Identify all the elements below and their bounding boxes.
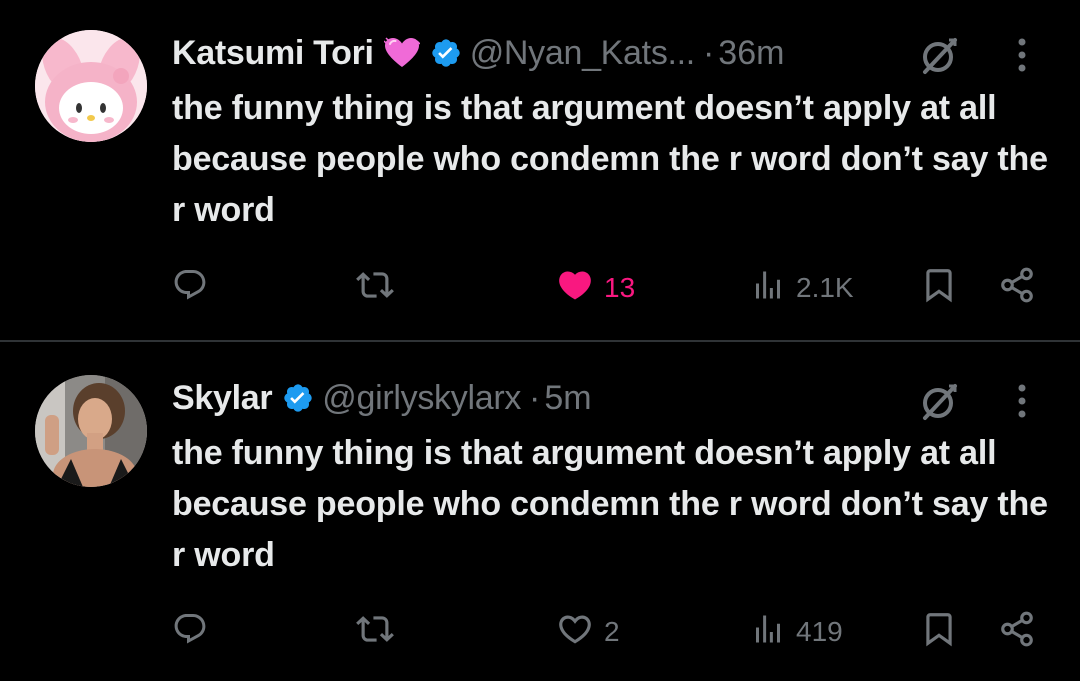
views-button[interactable]: 419 — [750, 608, 843, 656]
heart-icon — [556, 610, 594, 655]
verified-badge-icon[interactable] — [430, 37, 462, 69]
reply-icon — [172, 611, 208, 654]
bookmark-button[interactable] — [920, 608, 958, 656]
bookmark-button[interactable] — [920, 264, 958, 312]
retweet-button[interactable] — [356, 264, 404, 312]
reply-button[interactable] — [172, 608, 218, 656]
user-handle[interactable]: @Nyan_Kats... — [470, 34, 696, 73]
separator-dot: · — [529, 378, 541, 417]
tweet-text: the funny thing is that argument doesn’t… — [172, 89, 1048, 229]
separator-dot: · — [702, 33, 715, 72]
tweet-actions: 2 419 — [0, 608, 1080, 656]
bookmark-icon — [920, 266, 958, 311]
more-options-icon[interactable] — [1010, 380, 1034, 424]
timestamp[interactable]: 36m — [718, 34, 784, 73]
retweet-icon — [356, 266, 394, 311]
bookmark-icon — [920, 610, 958, 655]
share-icon — [998, 610, 1036, 655]
retweet-button[interactable] — [356, 608, 404, 656]
share-button[interactable] — [998, 608, 1036, 656]
view-count: 2.1K — [796, 272, 854, 303]
tweet-actions: 13 2.1K — [0, 264, 1080, 312]
grok-icon[interactable] — [917, 34, 961, 78]
tweet-text: the funny thing is that argument doesn’t… — [172, 434, 1048, 574]
user-handle[interactable]: @girlyskylarx — [322, 379, 521, 418]
tweet-header: Skylar @girlyskylarx · 5m — [172, 376, 592, 420]
display-name[interactable]: Katsumi Tori — [172, 34, 374, 73]
more-options-icon[interactable] — [1010, 34, 1034, 78]
views-button[interactable]: 2.1K — [750, 264, 854, 312]
share-button[interactable] — [998, 264, 1036, 312]
grok-icon[interactable] — [917, 380, 961, 424]
like-button[interactable]: 2 — [556, 608, 620, 656]
avatar-image — [35, 30, 147, 142]
heart-icon — [556, 266, 594, 311]
timestamp[interactable]: 5m — [544, 379, 591, 418]
avatar-image — [35, 375, 147, 487]
views-icon — [750, 267, 786, 310]
view-count: 419 — [796, 616, 843, 647]
like-button[interactable]: 13 — [556, 264, 635, 312]
like-count: 13 — [604, 272, 636, 303]
tweet-header: Katsumi Tori @Nyan_Kats... · 36m — [172, 31, 784, 75]
tweet[interactable]: Katsumi Tori @Nyan_Kats... · 36m the fun… — [0, 0, 1080, 340]
like-count: 2 — [604, 616, 620, 647]
reply-button[interactable] — [172, 264, 218, 312]
avatar[interactable] — [35, 30, 147, 142]
retweet-icon — [356, 610, 394, 655]
avatar[interactable] — [35, 375, 147, 487]
verified-badge-icon[interactable] — [282, 382, 314, 414]
share-icon — [998, 266, 1036, 311]
pink-heart-emoji-icon — [383, 37, 420, 69]
reply-icon — [172, 267, 208, 310]
tweet[interactable]: Skylar @girlyskylarx · 5m the funny thin… — [0, 342, 1080, 681]
display-name[interactable]: Skylar — [172, 379, 273, 418]
views-icon — [750, 611, 786, 654]
